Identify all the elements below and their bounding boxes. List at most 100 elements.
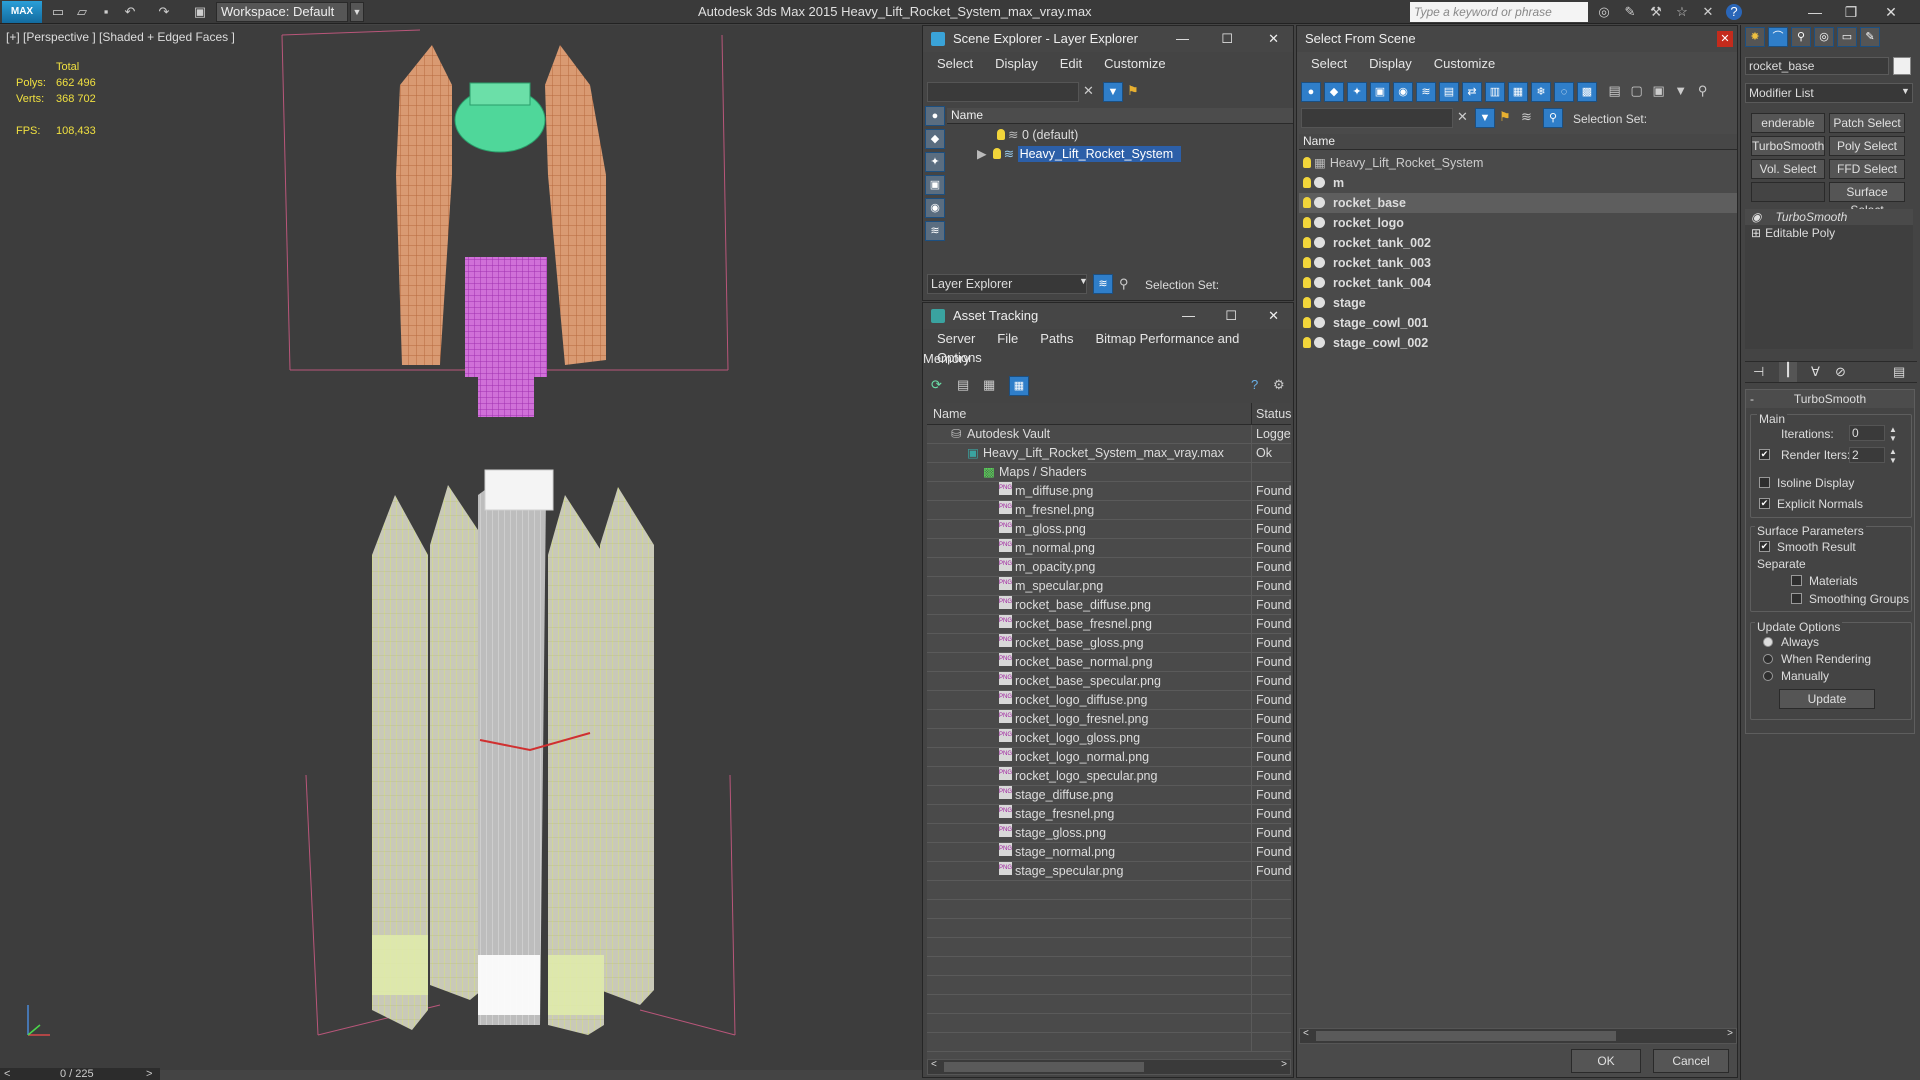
subscription-icon[interactable]: ⚒ [1648,4,1664,20]
show-end-result-icon[interactable]: ┃ [1779,362,1797,382]
find-icon[interactable]: ⚑ [1127,83,1139,99]
menu-edit[interactable]: Edit [1060,56,1082,71]
layer-row-rocket-system[interactable]: ▶ ≋ Heavy_Lift_Rocket_System [947,145,1293,164]
horizontal-scrollbar[interactable]: < > [927,1059,1291,1075]
smoothing-groups-checkbox[interactable] [1791,593,1802,604]
pin-stack-icon[interactable]: ⊣ [1753,364,1764,380]
settings-icon[interactable]: ⚙ [1273,377,1285,393]
select-hidden-icon[interactable]: ◌ [1554,82,1574,102]
clear-search-icon[interactable]: ✕ [1457,109,1468,125]
maximize-icon[interactable]: ☐ [1225,303,1237,329]
asset-row[interactable]: PNG stage_normal.png Found [927,843,1291,862]
menu-server[interactable]: Server [937,331,975,346]
scroll-left-icon[interactable]: < [1303,1028,1309,1039]
layer-row-default[interactable]: ≋ 0 (default) [947,126,1293,145]
chevron-down-icon[interactable]: ▼ [1079,276,1088,286]
poly-select-button[interactable]: Poly Select [1829,136,1905,156]
asset-row[interactable]: PNG m_specular.png Found [927,577,1291,596]
scene-object-row[interactable]: m [1299,173,1737,193]
menu-file[interactable]: File [997,331,1018,346]
undo-icon[interactable]: ↶ [122,4,138,20]
create-tab-icon[interactable]: ✸ [1745,27,1765,47]
asset-row[interactable]: PNG stage_gloss.png Found [927,824,1291,843]
surface-select-button[interactable]: Surface Select [1829,182,1905,217]
explicit-normals-checkbox[interactable]: ✔ [1759,498,1770,509]
layer-toggle-icon[interactable]: ≋ [1093,274,1113,294]
open-file-icon[interactable]: ▱ [74,4,90,20]
menu-display[interactable]: Display [1369,56,1412,71]
select-geometry-icon[interactable]: ● [1301,82,1321,102]
asset-row[interactable]: PNG rocket_base_diffuse.png Found [927,596,1291,615]
select-all-icon[interactable]: ▤ [1604,83,1626,99]
rollout-header[interactable]: - TurboSmooth [1746,390,1914,408]
help-icon[interactable]: ? [1726,4,1742,20]
stack-item-turbosmooth[interactable]: ◉ TurboSmooth [1745,209,1913,225]
scene-object-row[interactable]: rocket_tank_003 [1299,253,1737,273]
asset-row[interactable]: PNG rocket_base_fresnel.png Found [927,615,1291,634]
light-bulb-icon[interactable] [1303,177,1311,188]
star-icon[interactable]: ☆ [1674,4,1690,20]
table-view-icon[interactable]: ▦ [1009,376,1029,396]
smooth-result-checkbox[interactable]: ✔ [1759,541,1770,552]
list-view-icon[interactable]: ▤ [957,377,969,393]
workspace-dropdown[interactable]: Workspace: Default [216,2,348,22]
close-icon[interactable]: ✕ [1268,26,1279,52]
remove-modifier-icon[interactable]: ⊘ [1835,364,1846,380]
cancel-button[interactable]: Cancel [1653,1049,1729,1073]
light-bulb-icon[interactable] [1303,197,1311,208]
light-bulb-icon[interactable] [1303,317,1311,328]
find-icon[interactable]: ⚑ [1499,109,1511,125]
asset-row[interactable]: PNG rocket_logo_specular.png Found [927,767,1291,786]
make-unique-icon[interactable]: ∀ [1811,364,1820,380]
hierarchy-tab-icon[interactable]: ⚲ [1791,27,1811,47]
perspective-viewport[interactable]: [+] [Perspective ] [Shaded + Edged Faces… [0,25,922,1070]
light-bulb-icon[interactable] [1303,217,1311,228]
utilities-tab-icon[interactable]: ✎ [1860,27,1880,47]
help-icon[interactable]: ? [1251,377,1258,392]
object-color-swatch[interactable] [1893,57,1911,75]
menu-select[interactable]: Select [937,56,973,71]
maximize-icon[interactable]: ☐ [1221,26,1233,52]
select-list-header[interactable]: Name [1299,134,1737,150]
asset-row[interactable]: PNG m_normal.png Found [927,539,1291,558]
binoculars-icon[interactable]: ◎ [1596,4,1612,20]
scene-object-row[interactable]: rocket_logo [1299,213,1737,233]
light-bulb-icon[interactable] [1303,297,1311,308]
col-status-header[interactable]: Status [1251,403,1291,425]
save-icon[interactable]: ▪ [98,4,114,20]
light-bulb-icon[interactable] [1303,157,1311,168]
scene-object-row[interactable]: stage_cowl_001 [1299,313,1737,333]
expand-plus-icon[interactable]: ⊞ [1751,226,1761,240]
time-slider[interactable]: < 0 / 225 > [0,1068,160,1080]
light-bulb-icon[interactable] [992,148,1001,159]
scene-explorer-header[interactable]: Name [947,108,1293,124]
chevron-down-icon[interactable]: ▼ [350,2,364,22]
menu-options[interactable]: Options [937,350,982,365]
asset-row[interactable]: PNG m_diffuse.png Found [927,482,1291,501]
close-icon[interactable]: ✕ [1876,2,1906,22]
light-bulb-icon[interactable] [997,129,1005,140]
asset-row[interactable]: PNG rocket_logo_gloss.png Found [927,729,1291,748]
horizontal-scrollbar[interactable]: < > [1299,1028,1737,1044]
manually-radio[interactable] [1763,671,1773,681]
filter-icon[interactable]: ▼ [1475,108,1495,128]
menu-display[interactable]: Display [995,56,1038,71]
select-shapes-icon[interactable]: ◆ [1324,82,1344,102]
light-bulb-icon[interactable] [1303,337,1311,348]
scene-object-row[interactable]: rocket_tank_002 [1299,233,1737,253]
asset-row[interactable]: PNG stage_specular.png Found [927,862,1291,881]
stack-item-editable-poly[interactable]: ⊞ Editable Poly [1745,225,1913,241]
render-iters-checkbox[interactable]: ✔ [1759,449,1770,460]
materials-checkbox[interactable] [1791,575,1802,586]
scene-object-row[interactable]: stage [1299,293,1737,313]
asset-row[interactable]: PNG stage_diffuse.png Found [927,786,1291,805]
app-logo[interactable]: MAX [2,1,42,23]
select-none-icon[interactable]: ▢ [1626,83,1648,99]
spinner-arrows-icon[interactable]: ▲ ▼ [1889,425,1897,443]
asset-row[interactable]: PNG m_gloss.png Found [927,520,1291,539]
iterations-spinner[interactable]: 0 [1849,425,1885,441]
new-file-icon[interactable]: ▭ [50,4,66,20]
chevron-down-icon[interactable]: ▼ [1901,86,1910,96]
light-bulb-icon[interactable]: ◉ [1751,210,1761,224]
restore-icon[interactable]: ❐ [1836,2,1866,22]
